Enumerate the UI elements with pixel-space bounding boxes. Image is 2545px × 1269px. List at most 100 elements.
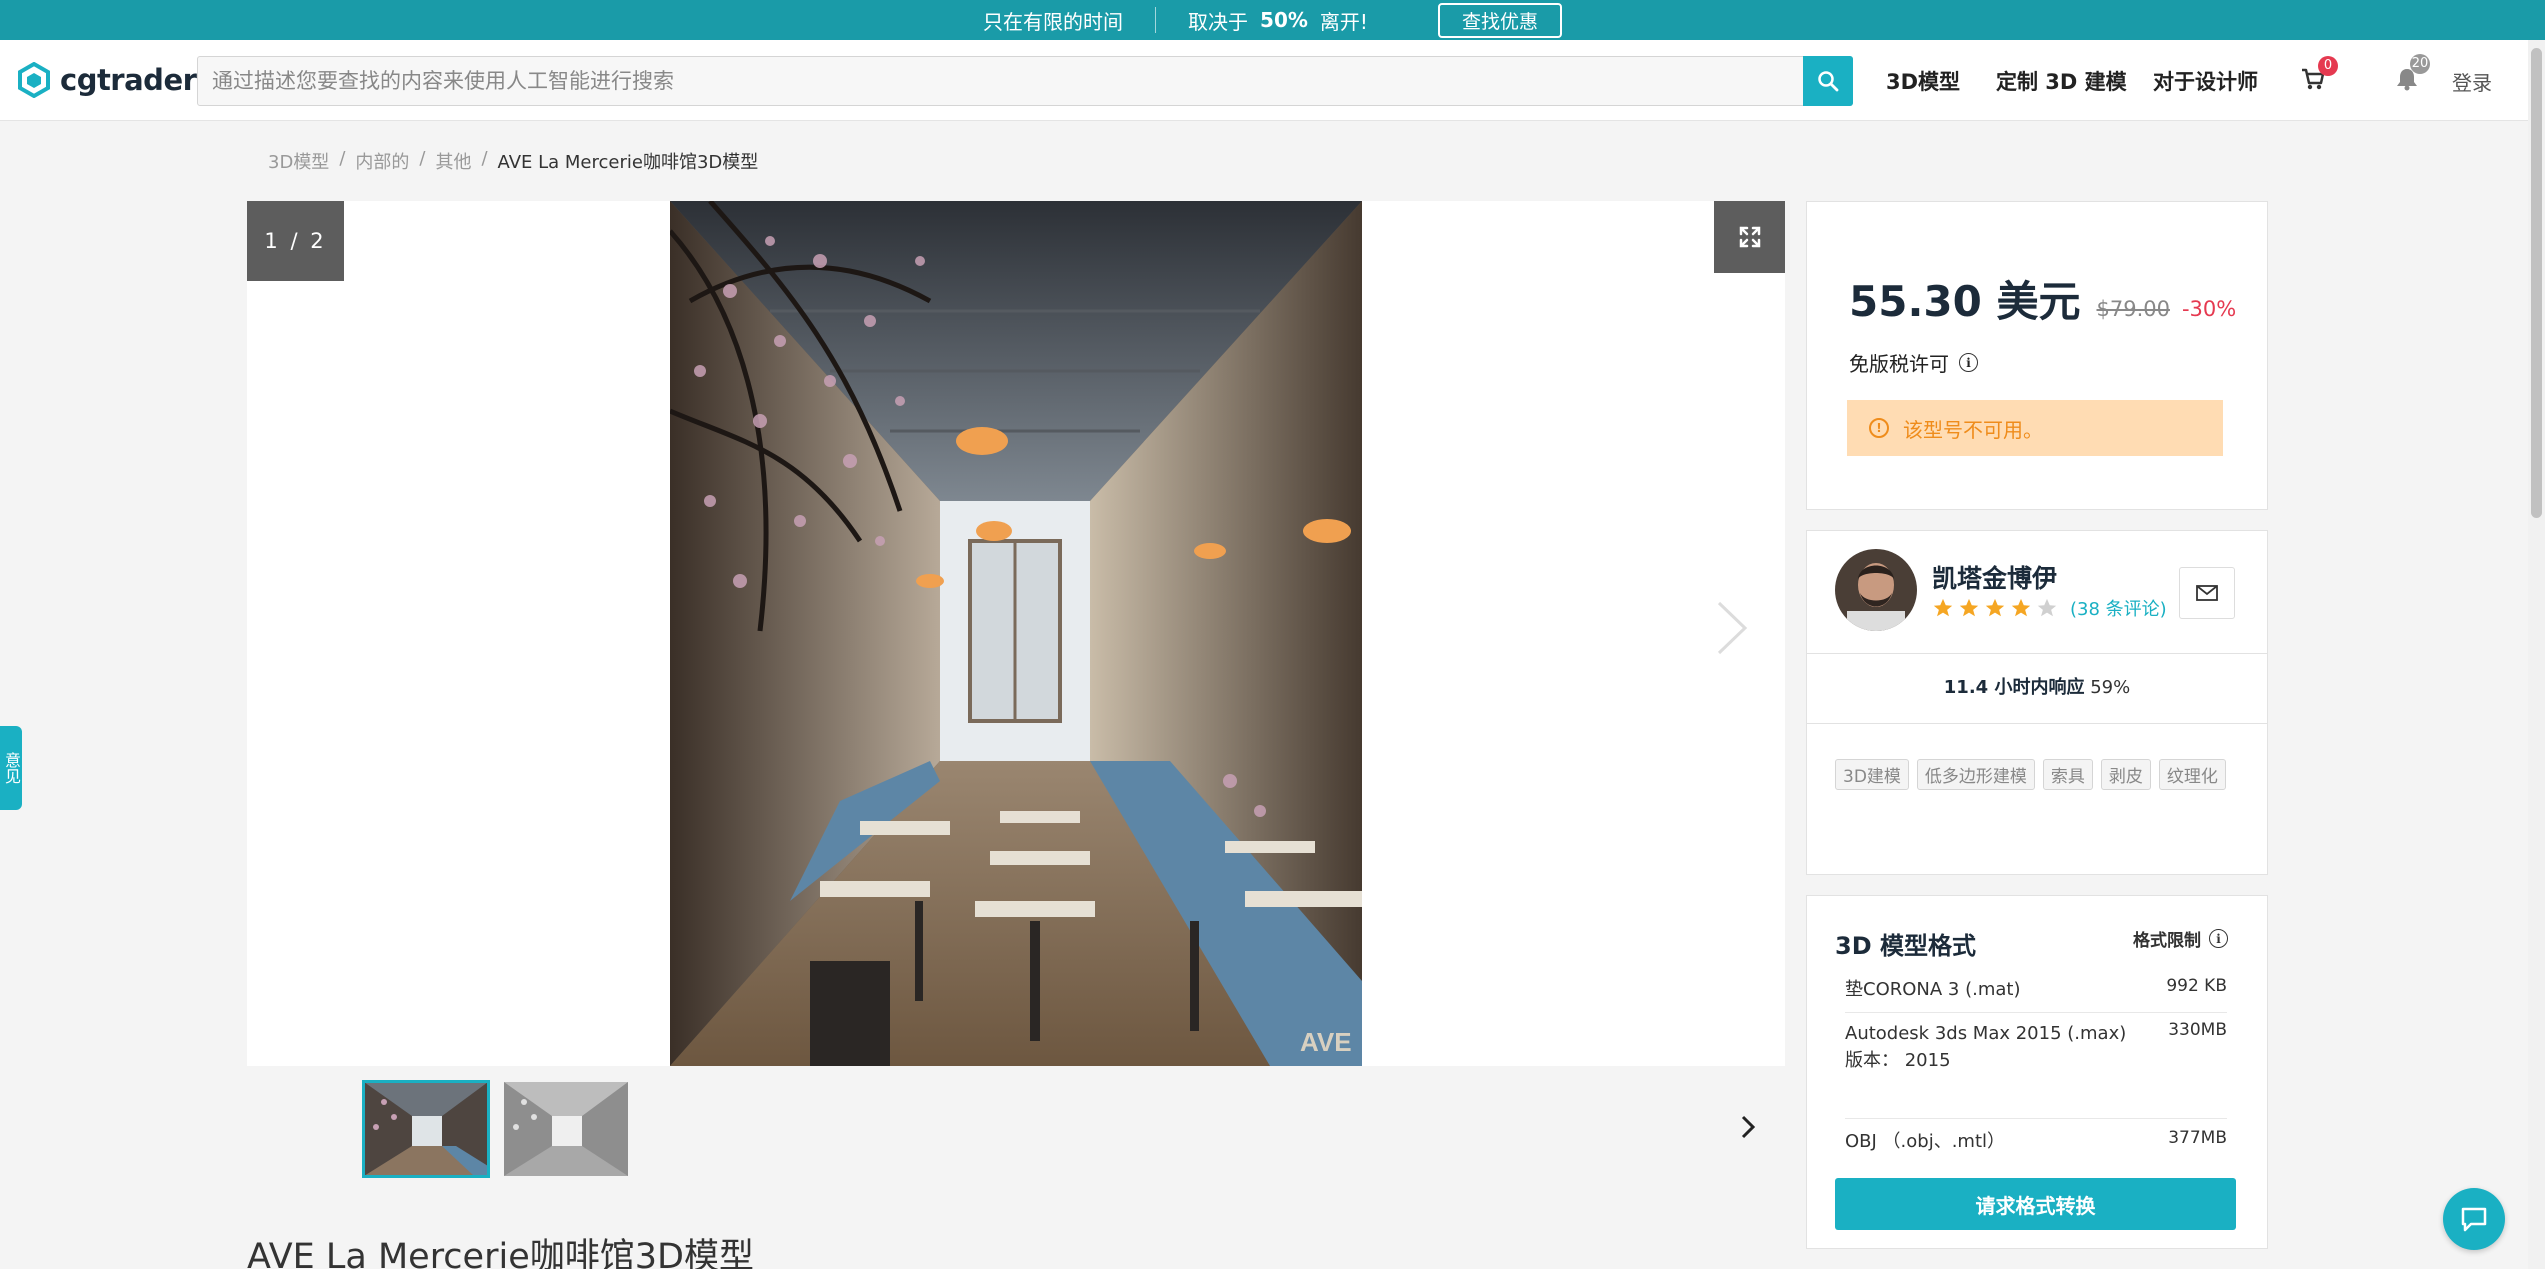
discount-percent: -30% (2181, 297, 2237, 321)
avatar[interactable] (1835, 549, 1917, 631)
format-version: 版本： 2015 (1845, 1050, 1951, 1071)
image-gallery: 1 / 2 AVE (247, 201, 1785, 1066)
image-counter: 1 / 2 (247, 201, 344, 281)
feedback-tab[interactable]: 意见 (0, 726, 22, 810)
unavailable-alert: ! 该型号不可用。 (1847, 400, 2223, 456)
promo-text: 只在有限的时间 (983, 9, 1124, 34)
format-name: OBJ （.obj、.mtl） (1845, 1131, 2006, 1152)
promo-discount: 50% (1260, 8, 1308, 32)
cart-button[interactable]: 0 (2300, 56, 2338, 96)
mail-icon (2196, 585, 2218, 601)
star-filled-icon (1959, 598, 1979, 617)
promo-discount-suffix: 离开! (1319, 9, 1368, 34)
seller-rating: (38 条评论) (1932, 595, 2167, 621)
response-time: 11.4 小时内响应 59% (1807, 673, 2267, 699)
reviews-link[interactable]: (38 条评论) (2070, 595, 2167, 621)
nav-custom-modeling[interactable]: 定制 3D 建模 (1996, 66, 2127, 96)
thumbnail-1[interactable] (362, 1080, 490, 1178)
breadcrumb: 3D模型 / 内部的 / 其他 / AVE La Mercerie咖啡馆3D模型 (268, 148, 759, 174)
formats-panel: 3D 模型格式 格式限制 i 垫CORONA 3 (.mat) 992 KB A… (1806, 895, 2268, 1249)
chat-button[interactable] (2443, 1188, 2505, 1250)
format-limits[interactable]: 格式限制 i (2133, 926, 2228, 951)
thumbnail-strip (362, 1080, 628, 1178)
formats-title: 3D 模型格式 (1835, 932, 1976, 960)
star-filled-icon (2011, 598, 2031, 617)
alert-icon: ! (1869, 418, 1889, 438)
cafe-interior-render: AVE (670, 201, 1362, 1066)
divider (1807, 723, 2267, 724)
ave-watermark: AVE (1300, 1027, 1352, 1057)
expand-icon (1739, 226, 1760, 248)
fullscreen-button[interactable] (1714, 201, 1785, 273)
format-size: 330MB (2168, 1020, 2227, 1040)
format-name-text: Autodesk 3ds Max 2015 (.max) (1845, 1023, 2127, 1044)
original-price: $79.00 (2096, 297, 2170, 321)
divider (1845, 1012, 2227, 1013)
skill-tag[interactable]: 3D建模 (1835, 759, 1909, 790)
search-icon (1818, 71, 1839, 92)
search-button[interactable] (1803, 56, 1853, 106)
find-deals-button[interactable]: 查找优惠 (1437, 2, 1562, 38)
breadcrumb-item-3d-models[interactable]: 3D模型 (268, 148, 329, 174)
scrollbar-thumb[interactable] (2531, 48, 2542, 518)
breadcrumb-item-interior[interactable]: 内部的 (355, 148, 409, 174)
promo-discount-prefix: 取决于 (1188, 9, 1249, 34)
seller-avatar-image (1835, 549, 1917, 631)
thumbnail-render-color (364, 1082, 488, 1176)
search-input[interactable] (198, 57, 1803, 105)
format-name: Autodesk 3ds Max 2015 (.max) 版本： 2015 (1845, 1020, 2126, 1074)
star-filled-icon (1933, 598, 1953, 617)
format-size: 377MB (2168, 1128, 2227, 1148)
promo-bar: 只在有限的时间 取决于 50% 离开! 查找优惠 (0, 0, 2545, 40)
skill-tag[interactable]: 索具 (2042, 759, 2093, 790)
response-time-label: 11.4 小时内响应 (1943, 677, 2085, 698)
star-empty-icon (2037, 598, 2057, 617)
skill-tag[interactable]: 低多边形建模 (1916, 759, 2035, 790)
thumbnail-render-clay (504, 1082, 628, 1176)
product-main-image[interactable]: AVE (670, 201, 1362, 1066)
nav-for-designers[interactable]: 对于设计师 (2153, 66, 2258, 96)
info-icon[interactable]: i (2209, 929, 2228, 948)
notifications-button[interactable]: 20 (2394, 54, 2430, 96)
chevron-right-icon (1717, 601, 1748, 655)
star-filled-icon (1985, 598, 2005, 617)
license-row: 免版税许可 i (1849, 348, 1978, 377)
seller-panel: 凯塔金博伊 (38 条评论) 11.4 小时内响应 59% 3D建模 低多边形建… (1806, 530, 2268, 875)
license-label: 免版税许可 (1849, 352, 1949, 376)
cgtrader-logo-icon (18, 62, 50, 98)
logo[interactable]: cgtrader (16, 62, 197, 98)
divider (1845, 1118, 2227, 1119)
format-limits-label: 格式限制 (2133, 931, 2201, 951)
format-name: 垫CORONA 3 (.mat) (1845, 979, 2021, 1000)
skill-tag[interactable]: 纹理化 (2158, 759, 2226, 790)
breadcrumb-current: AVE La Mercerie咖啡馆3D模型 (497, 152, 759, 173)
logo-text: cgtrader (60, 63, 197, 97)
contact-seller-button[interactable] (2179, 567, 2235, 619)
next-image-button[interactable] (1715, 599, 1749, 661)
thumbnail-2[interactable] (504, 1082, 628, 1176)
seller-skills: 3D建模 低多边形建模 索具 剥皮 纹理化 (1835, 759, 2245, 790)
format-row: Autodesk 3ds Max 2015 (.max) 版本： 2015 33… (1845, 1020, 2227, 1074)
product-title: AVE La Mercerie咖啡馆3D模型 (247, 1237, 754, 1269)
site-header: cgtrader 3D模型 定制 3D 建模 对于设计师 0 20 登录 (0, 40, 2545, 121)
format-row: 垫CORONA 3 (.mat) 992 KB (1845, 976, 2227, 1003)
info-icon[interactable]: i (1959, 353, 1978, 372)
chat-icon (2461, 1207, 2487, 1232)
search-bar (197, 56, 1853, 106)
breadcrumb-item-other[interactable]: 其他 (435, 148, 471, 174)
thumbnail-next-button[interactable] (1740, 1114, 1756, 1144)
promo-divider (1155, 7, 1157, 33)
cart-count-badge: 0 (2318, 56, 2338, 76)
seller-name[interactable]: 凯塔金博伊 (1932, 559, 2057, 595)
chevron-right-icon (1741, 1115, 1756, 1139)
skill-tag[interactable]: 剥皮 (2100, 759, 2151, 790)
response-rate: 59% (2090, 677, 2131, 698)
price-row: 55.30 美元 $79.00 -30% (1849, 268, 2236, 329)
request-conversion-button[interactable]: 请求格式转换 (1835, 1178, 2236, 1230)
format-size: 992 KB (2166, 976, 2227, 996)
current-price: 55.30 美元 (1849, 277, 2081, 326)
notification-count-badge: 20 (2410, 54, 2430, 74)
nav-3d-models[interactable]: 3D模型 (1886, 66, 1960, 96)
login-link[interactable]: 登录 (2452, 67, 2492, 96)
alert-text: 该型号不可用。 (1903, 417, 2043, 442)
